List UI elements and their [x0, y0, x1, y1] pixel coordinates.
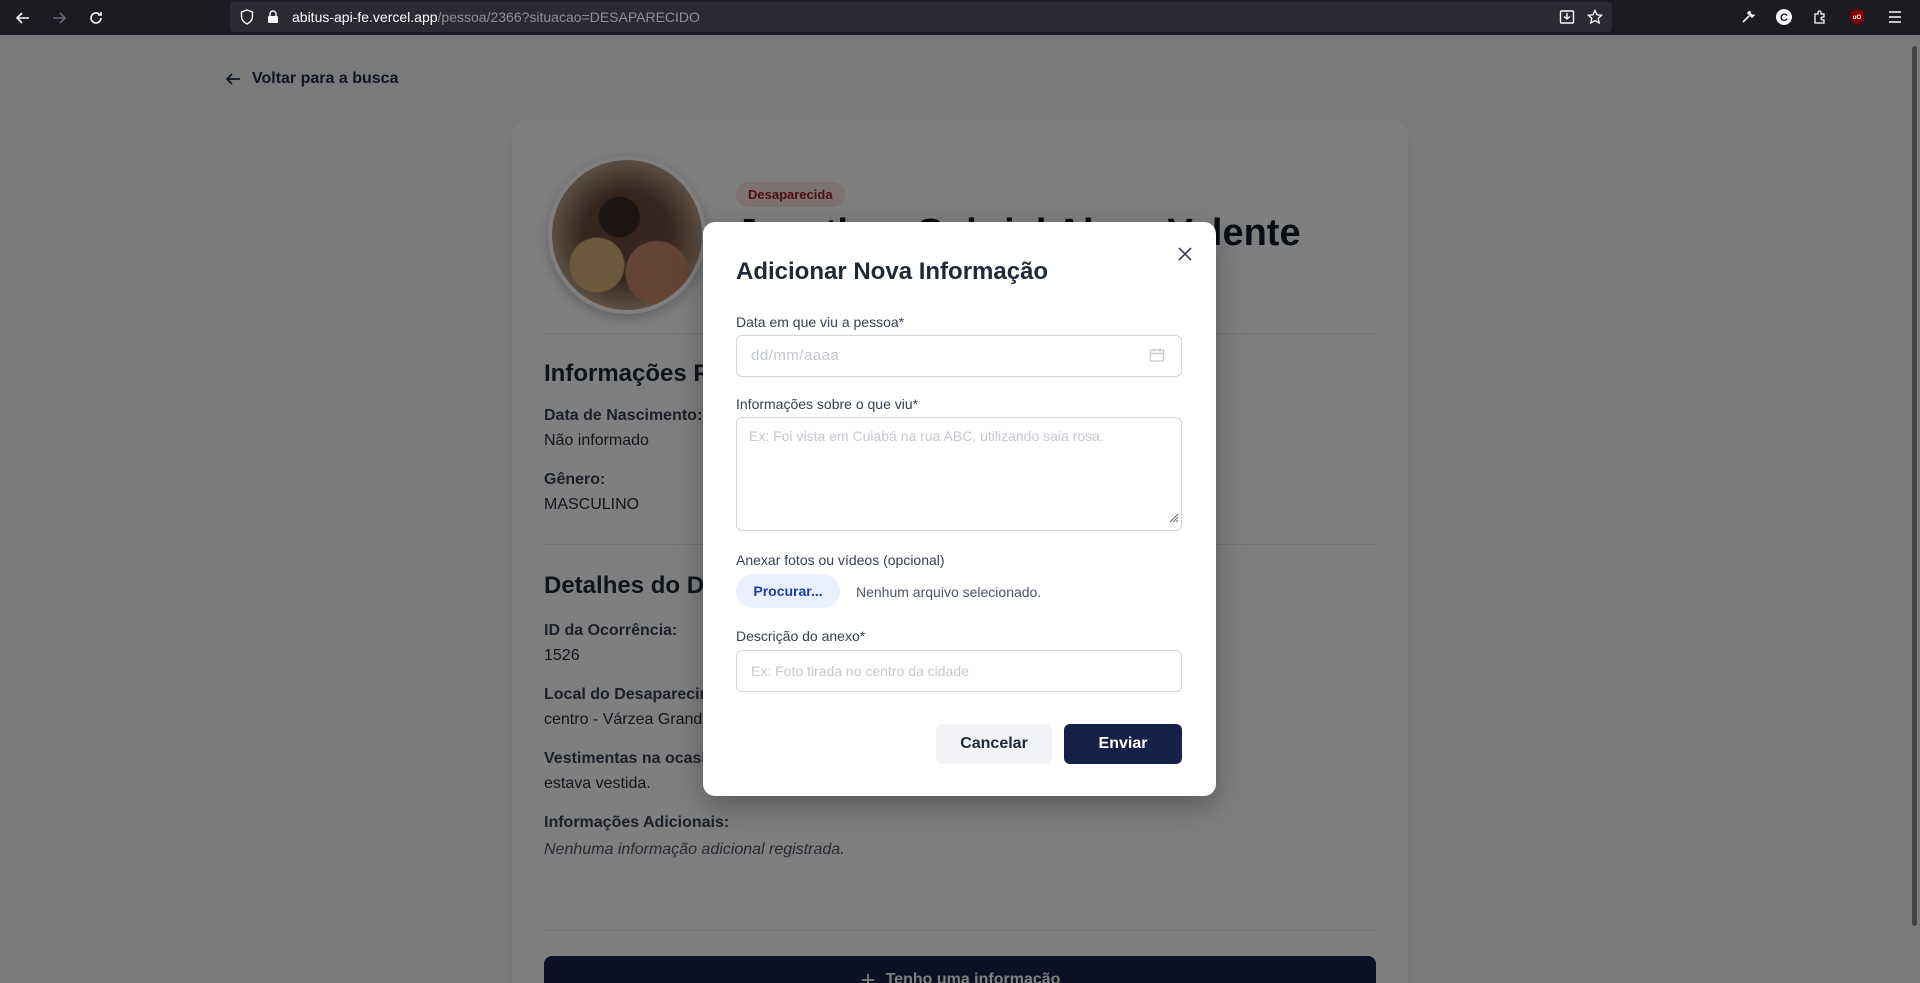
reload-icon[interactable] — [84, 6, 108, 30]
browser-toolbar: abitus-api-fe.vercel.app/pessoa/2366?sit… — [0, 0, 1920, 35]
extensions-puzzle-icon[interactable] — [1810, 7, 1830, 27]
svg-text:C: C — [1780, 12, 1788, 24]
date-label: Data em que viu a pessoa* — [736, 314, 905, 330]
download-icon[interactable] — [1558, 8, 1576, 26]
ublock-origin-icon[interactable]: uO — [1847, 7, 1867, 27]
back-arrow-icon[interactable] — [11, 6, 35, 30]
bookmark-star-icon[interactable] — [1586, 8, 1604, 26]
attachment-description-label: Descrição do anexo* — [736, 628, 866, 644]
add-information-modal: Adicionar Nova Informação Data em que vi… — [703, 222, 1216, 796]
shield-icon[interactable] — [238, 8, 256, 26]
send-button[interactable]: Enviar — [1064, 724, 1182, 764]
resize-grip-icon[interactable] — [1167, 510, 1179, 528]
svg-text:uO: uO — [1853, 15, 1862, 21]
close-icon[interactable] — [1173, 242, 1197, 266]
modal-title: Adicionar Nova Informação — [736, 258, 1049, 285]
file-status-text: Nenhum arquivo selecionado. — [856, 584, 1042, 600]
date-field[interactable]: dd/mm/aaaa — [736, 335, 1182, 377]
lock-icon[interactable] — [264, 8, 282, 26]
cancel-button[interactable]: Cancelar — [936, 724, 1052, 764]
info-textarea[interactable] — [736, 417, 1182, 531]
attach-label: Anexar fotos ou vídeos (opcional) — [736, 552, 945, 568]
address-bar[interactable]: abitus-api-fe.vercel.app/pessoa/2366?sit… — [230, 2, 1612, 32]
attachment-description-field[interactable] — [736, 650, 1182, 692]
attachment-description-input[interactable] — [737, 651, 1181, 691]
wrench-icon[interactable] — [1738, 7, 1758, 27]
date-placeholder: dd/mm/aaaa — [751, 347, 840, 364]
extension-c-icon[interactable]: C — [1774, 7, 1794, 27]
info-textarea-input[interactable] — [737, 418, 1181, 530]
browse-files-button[interactable]: Procurar... — [736, 574, 840, 608]
forward-arrow-icon[interactable] — [47, 6, 71, 30]
info-label: Informações sobre o que viu* — [736, 396, 919, 412]
calendar-icon[interactable] — [1149, 347, 1165, 368]
url-text[interactable]: abitus-api-fe.vercel.app/pessoa/2366?sit… — [292, 9, 700, 25]
menu-hamburger-icon[interactable] — [1885, 7, 1905, 27]
